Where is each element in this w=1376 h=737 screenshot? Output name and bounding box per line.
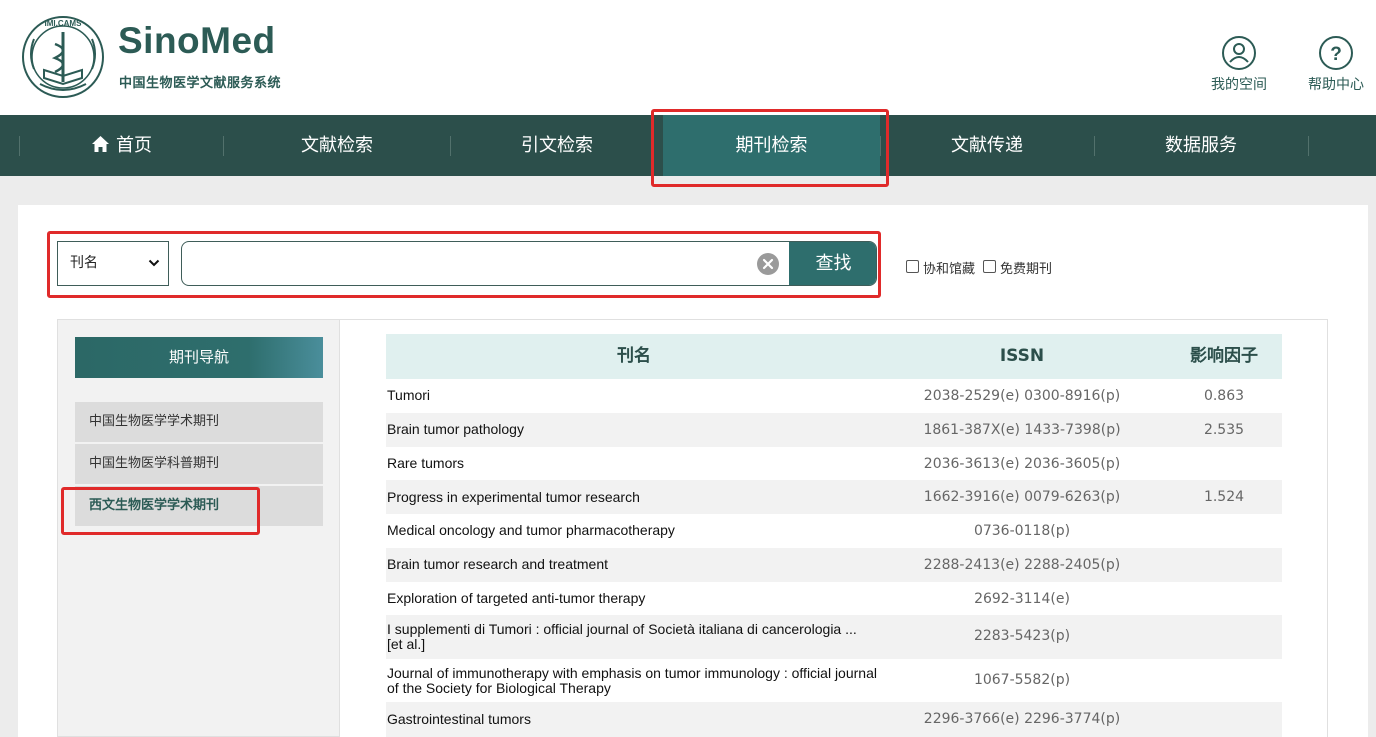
help-center-link[interactable]: ? 帮助中心	[1296, 36, 1376, 94]
issn-cell: 0736-0118(p)	[973, 523, 1071, 539]
nav-item-literature-search[interactable]: 文献检索	[224, 115, 450, 176]
close-icon	[762, 258, 774, 270]
impact-factor-cell: 2.535	[1203, 422, 1245, 438]
journal-title-link[interactable]: Brain tumor pathology	[387, 422, 882, 437]
issn-cell: 2283-5423(p)	[973, 628, 1071, 644]
sidebar-item-chinese-academic[interactable]: 中国生物医学学术期刊	[75, 402, 323, 442]
journal-title-link[interactable]: Progress in experimental tumor research	[387, 490, 882, 505]
user-icon	[1222, 36, 1256, 70]
issn-cell: 2692-3114(e)	[974, 591, 1070, 607]
nav-item-label: 数据服务	[1165, 135, 1237, 156]
journal-title-link[interactable]: Tumori	[387, 388, 882, 403]
table-row: Progress in experimental tumor research …	[386, 480, 1282, 514]
table-row: Rare tumors 2036-3613(e) 2036-3605(p)	[386, 447, 1282, 480]
search-box: 查找	[181, 241, 877, 286]
main-nav: 首页 文献检索 引文检索 期刊检索 文献传递 数据服务	[0, 115, 1376, 176]
my-space-link[interactable]: 我的空间	[1199, 36, 1279, 94]
pumch-holdings-checkbox[interactable]: 协和馆藏	[906, 258, 975, 277]
checkbox-label: 免费期刊	[1000, 262, 1053, 277]
sidebar-item-chinese-popular[interactable]: 中国生物医学科普期刊	[75, 444, 323, 484]
sidebar-item-western-academic[interactable]: 西文生物医学学术期刊	[75, 486, 323, 526]
sinomed-logo-icon[interactable]: IMI.CAMS	[20, 14, 106, 100]
clear-search-button[interactable]	[757, 253, 779, 275]
column-header-issn[interactable]: ISSN	[892, 334, 1152, 379]
table-row: Medical oncology and tumor pharmacothera…	[386, 514, 1282, 548]
journal-nav-header: 期刊导航	[75, 337, 323, 378]
sidebar-item-label: 中国生物医学学术期刊	[89, 414, 220, 429]
table-row: Brain tumor research and treatment 2288-…	[386, 548, 1282, 582]
search-field-value: 刊名	[70, 255, 98, 271]
table-header: 刊名 ISSN 影响因子	[386, 334, 1282, 379]
table-row: Journal of immunotherapy with emphasis o…	[386, 659, 1282, 702]
column-header-title[interactable]: 刊名	[386, 334, 882, 379]
sidebar-item-label: 中国生物医学科普期刊	[89, 456, 220, 471]
svg-text:IMI.CAMS: IMI.CAMS	[45, 19, 83, 28]
checkbox-box[interactable]	[906, 260, 919, 273]
nav-divider	[1308, 136, 1309, 156]
brand-name[interactable]: SinoMed	[118, 20, 276, 62]
table-row: I supplementi di Tumori : official journ…	[386, 615, 1282, 659]
nav-item-home[interactable]: 首页	[20, 115, 223, 176]
checkbox-box[interactable]	[983, 260, 996, 273]
issn-cell: 1067-5582(p)	[973, 672, 1071, 688]
search-field-select[interactable]: 刊名	[57, 241, 169, 286]
nav-item-citation-search[interactable]: 引文检索	[451, 115, 663, 176]
search-button[interactable]: 查找	[789, 242, 876, 285]
search-input[interactable]	[182, 242, 788, 285]
issn-cell: 1861-387X(e) 1433-7398(p)	[923, 422, 1121, 438]
nav-item-label: 文献传递	[951, 135, 1023, 156]
journal-title-link[interactable]: Rare tumors	[387, 456, 882, 471]
journal-title-link[interactable]: Brain tumor research and treatment	[387, 557, 882, 572]
impact-factor-cell: 1.524	[1203, 489, 1245, 505]
table-row: Gastrointestinal tumors 2296-3766(e) 229…	[386, 702, 1282, 737]
table-row: Brain tumor pathology 1861-387X(e) 1433-…	[386, 413, 1282, 447]
nav-item-document-delivery[interactable]: 文献传递	[881, 115, 1093, 176]
journal-title-link[interactable]: Medical oncology and tumor pharmacothera…	[387, 523, 882, 538]
journal-title-link[interactable]: Gastrointestinal tumors	[387, 712, 882, 727]
svg-text:?: ?	[1330, 44, 1342, 65]
journal-title-link[interactable]: Journal of immunotherapy with emphasis o…	[387, 666, 882, 696]
brand-subtitle: 中国生物医学文献服务系统	[119, 76, 282, 91]
column-header-impact-factor[interactable]: 影响因子	[1174, 334, 1274, 379]
chevron-down-icon	[148, 259, 160, 267]
home-icon	[92, 136, 109, 152]
help-icon: ?	[1319, 36, 1353, 70]
issn-cell: 2036-3613(e) 2036-3605(p)	[923, 456, 1121, 472]
table-row: Exploration of targeted anti-tumor thera…	[386, 582, 1282, 615]
issn-cell: 2038-2529(e) 0300-8916(p)	[923, 388, 1121, 404]
journal-nav-sidebar	[57, 319, 340, 737]
free-journals-checkbox[interactable]: 免费期刊	[983, 258, 1052, 277]
impact-factor-cell: 0.863	[1203, 388, 1245, 404]
nav-item-label: 首页	[116, 135, 152, 156]
help-center-label: 帮助中心	[1308, 77, 1364, 93]
nav-item-label: 文献检索	[301, 135, 373, 156]
nav-item-label: 期刊检索	[735, 135, 808, 156]
checkbox-label: 协和馆藏	[923, 262, 976, 277]
nav-item-label: 引文检索	[521, 135, 593, 156]
table-row: Tumori 2038-2529(e) 0300-8916(p) 0.863	[386, 379, 1282, 413]
nav-item-data-services[interactable]: 数据服务	[1095, 115, 1307, 176]
issn-cell: 2296-3766(e) 2296-3774(p)	[923, 711, 1121, 727]
journal-title-link[interactable]: I supplementi di Tumori : official journ…	[387, 622, 867, 652]
nav-item-journal-search[interactable]: 期刊检索	[663, 115, 880, 176]
issn-cell: 2288-2413(e) 2288-2405(p)	[923, 557, 1121, 573]
journal-title-link[interactable]: Exploration of targeted anti-tumor thera…	[387, 591, 882, 606]
sidebar-item-label: 西文生物医学学术期刊	[89, 498, 220, 513]
issn-cell: 1662-3916(e) 0079-6263(p)	[923, 489, 1121, 505]
site-header: IMI.CAMS SinoMed 中国生物医学文献服务系统 我的空间 ? 帮助中…	[0, 0, 1376, 115]
my-space-label: 我的空间	[1211, 77, 1267, 93]
